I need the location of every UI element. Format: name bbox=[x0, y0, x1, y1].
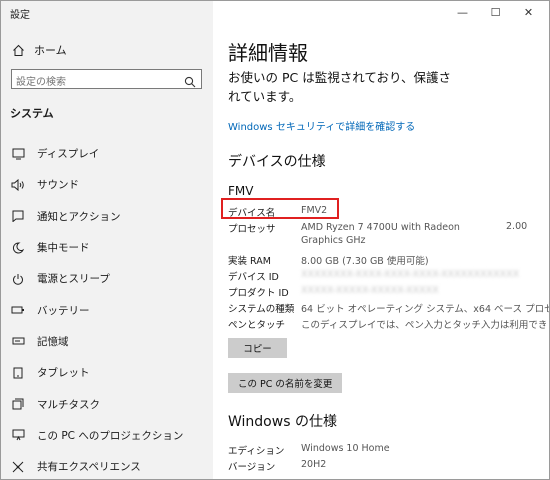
redacted-value: XXXXXXXX-XXXX-XXXX-XXXX-XXXXXXXXXXXX bbox=[301, 269, 520, 280]
search-input[interactable] bbox=[12, 73, 180, 92]
device-specs-table: デバイス名 FMV2 プロセッサ AMD Ryzen 7 4700U with … bbox=[228, 203, 549, 331]
security-details-link[interactable]: Windows セキュリティで詳細を確認する bbox=[228, 118, 415, 133]
sidebar-item-focus[interactable]: 集中モード bbox=[1, 232, 213, 263]
search-icon[interactable] bbox=[184, 73, 196, 92]
home-link[interactable]: ホーム bbox=[11, 41, 67, 59]
spec-row-device-id: デバイス ID XXXXXXXX-XXXX-XXXX-XXXX-XXXXXXXX… bbox=[228, 267, 528, 283]
sidebar-item-label: 通知とアクション bbox=[37, 210, 121, 223]
sidebar-item-label: 記憶域 bbox=[37, 335, 69, 348]
settings-window: 設定 ホーム システム ディスプレイ サウンド bbox=[0, 0, 550, 480]
spec-value: Windows 10 Home bbox=[301, 443, 390, 454]
sidebar-item-label: サウンド bbox=[37, 179, 79, 192]
storage-icon bbox=[11, 334, 25, 348]
spec-label: ペンとタッチ bbox=[228, 320, 286, 331]
spec-value-extra: 2.00 bbox=[506, 221, 528, 232]
projection-icon bbox=[11, 428, 25, 442]
copy-button[interactable]: コピー bbox=[228, 338, 287, 358]
device-specs-heading: デバイスの仕様 bbox=[228, 154, 326, 170]
spec-label: システムの種類 bbox=[228, 304, 295, 315]
rename-pc-button[interactable]: この PC の名前を変更 bbox=[228, 373, 343, 393]
redacted-value: XXXXX-XXXXX-XXXXX-XXXXX bbox=[301, 285, 439, 296]
sidebar-nav: ディスプレイ サウンド 通知とアクション 集中モード 電源とスリープ バッテリー bbox=[1, 138, 213, 479]
page-title: 詳細情報 bbox=[228, 41, 308, 65]
spec-value: 8.00 GB (7.30 GB 使用可能) bbox=[301, 256, 429, 267]
section-title: システム bbox=[10, 107, 54, 120]
sidebar-item-battery[interactable]: バッテリー bbox=[1, 294, 213, 325]
shared-icon bbox=[11, 460, 25, 474]
spec-row-pen-touch: ペンとタッチ このディスプレイでは、ペン入力とタッチ入力は利用できません bbox=[228, 315, 549, 331]
device-name-heading: FMV bbox=[228, 184, 254, 198]
spec-label: 実装 RAM bbox=[228, 256, 271, 267]
close-icon[interactable]: ✕ bbox=[512, 1, 545, 23]
device-name-highlight bbox=[221, 198, 339, 219]
spec-label: デバイス ID bbox=[228, 272, 279, 283]
tablet-icon bbox=[11, 366, 25, 380]
sidebar-item-tablet[interactable]: タブレット bbox=[1, 357, 213, 388]
sidebar-item-label: この PC へのプロジェクション bbox=[37, 429, 184, 442]
spec-row-system-type: システムの種類 64 ビット オペレーティング システム、x64 ベース プロセ… bbox=[228, 299, 549, 315]
content-pane: — ☐ ✕ 詳細情報 お使いの PC は監視されており、保護されています。 Wi… bbox=[213, 1, 549, 479]
maximize-icon[interactable]: ☐ bbox=[479, 1, 512, 23]
power-icon bbox=[11, 272, 25, 286]
spec-row-ram: 実装 RAM 8.00 GB (7.30 GB 使用可能) bbox=[228, 251, 528, 267]
spec-label: プロセッサ bbox=[228, 224, 276, 235]
sidebar-item-projection[interactable]: この PC へのプロジェクション bbox=[1, 420, 213, 451]
search-box[interactable] bbox=[11, 69, 202, 92]
sidebar-item-label: ディスプレイ bbox=[37, 148, 100, 161]
app-title: 設定 bbox=[10, 10, 30, 21]
spec-value: 64 ビット オペレーティング システム、x64 ベース プロセッサ bbox=[301, 304, 550, 315]
multitask-icon bbox=[11, 397, 25, 411]
sidebar-item-label: マルチタスク bbox=[37, 398, 100, 411]
windows-specs-heading: Windows の仕様 bbox=[228, 414, 337, 430]
sidebar-item-label: 電源とスリープ bbox=[37, 273, 110, 286]
home-icon bbox=[11, 44, 25, 57]
minimize-icon[interactable]: — bbox=[446, 1, 479, 23]
battery-icon bbox=[11, 303, 25, 317]
spec-label: プロダクト ID bbox=[228, 288, 289, 299]
sidebar-item-storage[interactable]: 記憶域 bbox=[1, 326, 213, 357]
display-icon bbox=[11, 147, 25, 161]
spec-label: バージョン bbox=[228, 462, 276, 473]
sidebar: 設定 ホーム システム ディスプレイ サウンド bbox=[1, 1, 213, 479]
spec-row-product-id: プロダクト ID XXXXX-XXXXX-XXXXX-XXXXX bbox=[228, 283, 528, 299]
sidebar-item-display[interactable]: ディスプレイ bbox=[1, 138, 213, 169]
sidebar-item-label: 集中モード bbox=[37, 242, 90, 255]
sidebar-item-shared[interactable]: 共有エクスペリエンス bbox=[1, 451, 213, 479]
spec-value: このディスプレイでは、ペン入力とタッチ入力は利用できません bbox=[301, 320, 550, 331]
sidebar-item-label: 共有エクスペリエンス bbox=[37, 461, 141, 474]
sidebar-item-power[interactable]: 電源とスリープ bbox=[1, 263, 213, 294]
sidebar-item-label: バッテリー bbox=[37, 304, 90, 317]
speaker-icon bbox=[11, 178, 25, 192]
spec-value: AMD Ryzen 7 4700U with Radeon Graphics G… bbox=[301, 222, 460, 246]
window-controls: — ☐ ✕ bbox=[446, 1, 545, 23]
spec-label: エディション bbox=[228, 446, 285, 457]
protection-status: お使いの PC は監視されており、保護されています。 bbox=[228, 70, 451, 104]
sidebar-item-multitasking[interactable]: マルチタスク bbox=[1, 388, 213, 419]
spec-value: 20H2 bbox=[301, 459, 327, 470]
sidebar-item-notifications[interactable]: 通知とアクション bbox=[1, 201, 213, 232]
home-label: ホーム bbox=[34, 44, 67, 57]
spec-row-processor: プロセッサ AMD Ryzen 7 4700U with Radeon Grap… bbox=[228, 219, 528, 251]
sidebar-item-sound[interactable]: サウンド bbox=[1, 169, 213, 200]
notification-icon bbox=[11, 209, 25, 223]
sidebar-item-label: タブレット bbox=[37, 367, 90, 380]
moon-icon bbox=[11, 241, 25, 255]
